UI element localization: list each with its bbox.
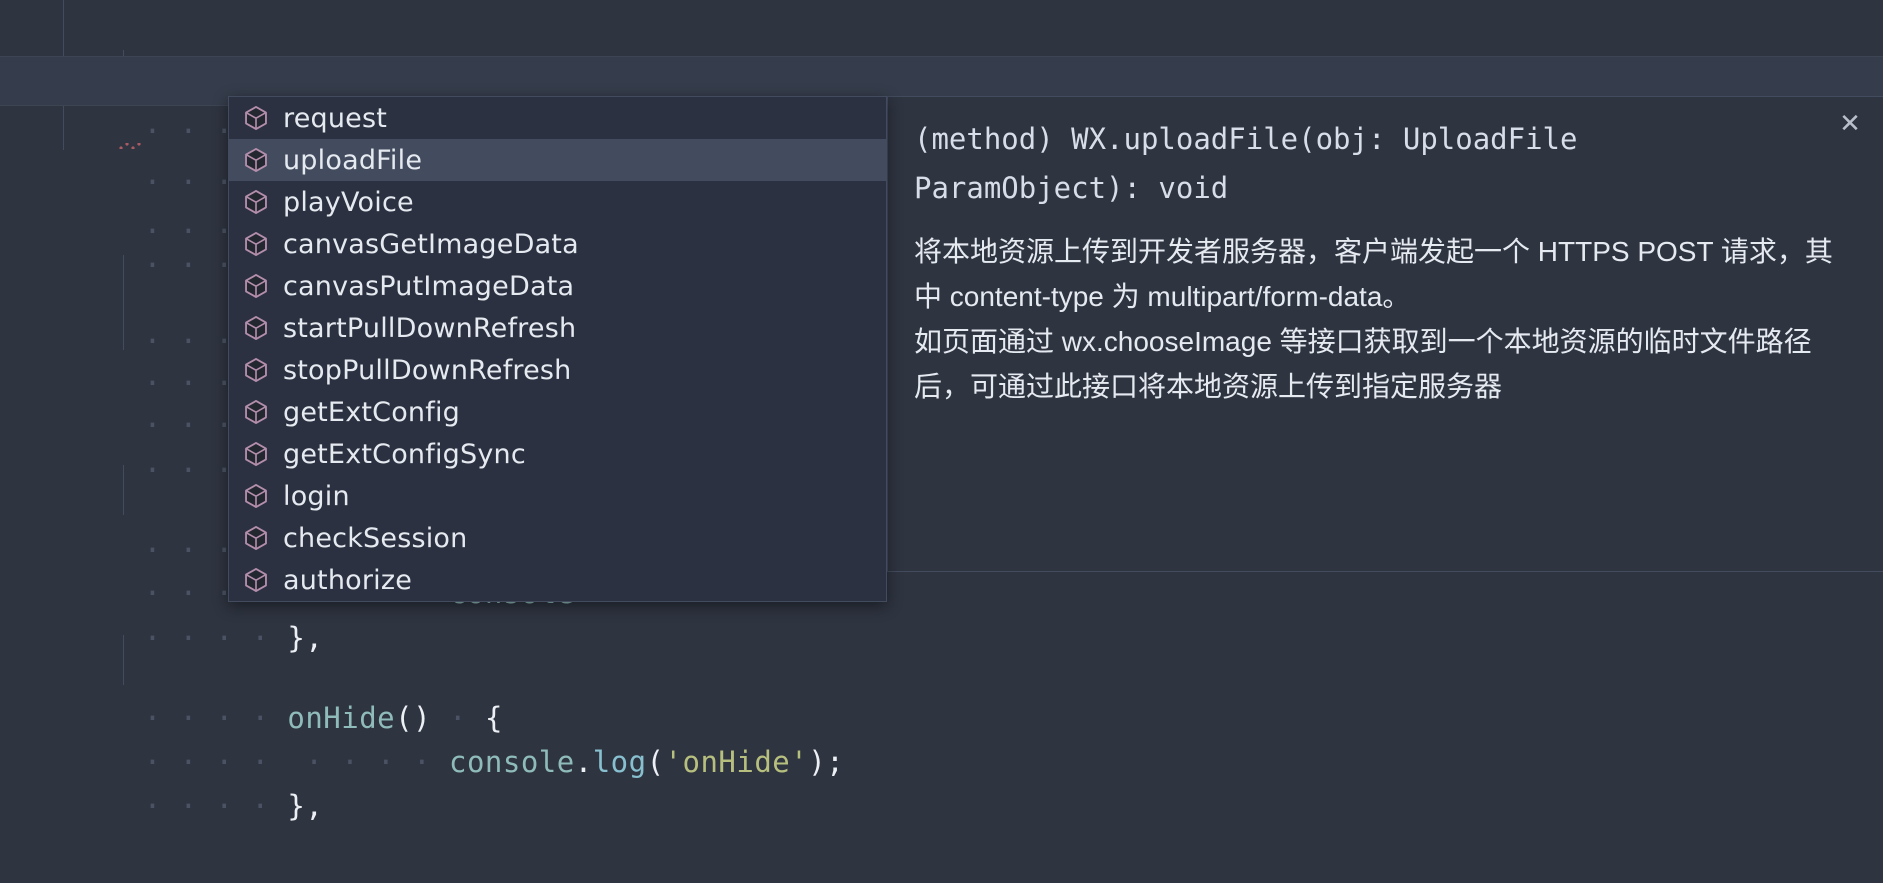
whitespace-dots: · · · · <box>143 789 288 823</box>
token-log: log <box>592 745 647 779</box>
module-cube-icon <box>245 316 267 340</box>
autocomplete-item[interactable]: getExtConfigSync <box>229 433 886 475</box>
autocomplete-item-label: checkSession <box>283 522 468 554</box>
autocomplete-item-label: playVoice <box>283 186 414 218</box>
module-cube-icon <box>245 190 267 214</box>
module-cube-icon <box>245 568 267 592</box>
code-line[interactable]: · · · · · · · · test() · { <box>0 6 1883 148</box>
close-icon[interactable]: ✕ <box>1835 109 1865 139</box>
code-line[interactable]: · · · · · · · · console.log('onHide'); <box>0 637 1883 779</box>
autocomplete-item[interactable]: playVoice <box>229 181 886 223</box>
autocomplete-item[interactable]: startPullDownRefresh <box>229 307 886 349</box>
whitespace-dots: · · · · · · · · <box>143 745 449 779</box>
doc-paragraph: 将本地资源上传到开发者服务器，客户端发起一个 HTTPS POST 请求，其中 … <box>914 236 1833 312</box>
autocomplete-item-label: login <box>283 480 350 512</box>
code-line[interactable]: · · · · }, <box>0 681 1883 823</box>
module-cube-icon <box>245 400 267 424</box>
autocomplete-item[interactable]: checkSession <box>229 517 886 559</box>
autocomplete-item[interactable]: getExtConfig <box>229 391 886 433</box>
autocomplete-item[interactable]: stopPullDownRefresh <box>229 349 886 391</box>
doc-divider <box>888 571 1883 572</box>
module-cube-icon <box>245 274 267 298</box>
autocomplete-item-label: getExtConfig <box>283 396 460 428</box>
module-cube-icon <box>245 148 267 172</box>
autocomplete-item-label: canvasGetImageData <box>283 228 579 260</box>
autocomplete-item-label: uploadFile <box>283 144 423 176</box>
autocomplete-item-label: stopPullDownRefresh <box>283 354 572 386</box>
token-close-paren-semicolon: ); <box>808 745 845 779</box>
doc-paragraph: 如页面通过 wx.chooseImage 等接口获取到一个本地资源的临时文件路径… <box>914 326 1812 402</box>
documentation-panel: ✕ (method) WX.uploadFile(obj: UploadFile… <box>887 96 1883 572</box>
module-cube-icon <box>245 526 267 550</box>
doc-body: 将本地资源上传到开发者服务器，客户端发起一个 HTTPS POST 请求，其中 … <box>914 229 1857 409</box>
token-open-paren: ( <box>646 745 665 779</box>
autocomplete-popup[interactable]: request uploadFile playVoice canvasGetImage… <box>228 96 887 602</box>
autocomplete-item[interactable]: uploadFile <box>229 139 886 181</box>
module-cube-icon <box>245 442 267 466</box>
autocomplete-item[interactable]: login <box>229 475 886 517</box>
doc-signature: (method) WX.uploadFile(obj: UploadFile P… <box>914 122 1595 205</box>
autocomplete-item[interactable]: request <box>229 97 886 139</box>
autocomplete-item-label: authorize <box>283 564 413 596</box>
module-cube-icon <box>245 358 267 382</box>
token-string: 'onHide' <box>664 745 809 779</box>
token-console: console <box>449 745 575 779</box>
autocomplete-item-label: request <box>283 102 388 134</box>
code-editor-screen: · · · · · · · · test() · { · · · · · · ·… <box>0 0 1883 883</box>
module-cube-icon <box>245 232 267 256</box>
module-cube-icon <box>245 484 267 508</box>
autocomplete-item[interactable]: canvasPutImageData <box>229 265 886 307</box>
autocomplete-item-label: startPullDownRefresh <box>283 312 577 344</box>
token-brace-close-comma: }, <box>287 789 324 823</box>
autocomplete-item[interactable]: canvasGetImageData <box>229 223 886 265</box>
autocomplete-item-label: canvasPutImageData <box>283 270 575 302</box>
autocomplete-item-label: getExtConfigSync <box>283 438 526 470</box>
module-cube-icon <box>245 106 267 130</box>
token-dot: . <box>574 745 593 779</box>
autocomplete-item[interactable]: authorize <box>229 559 886 601</box>
